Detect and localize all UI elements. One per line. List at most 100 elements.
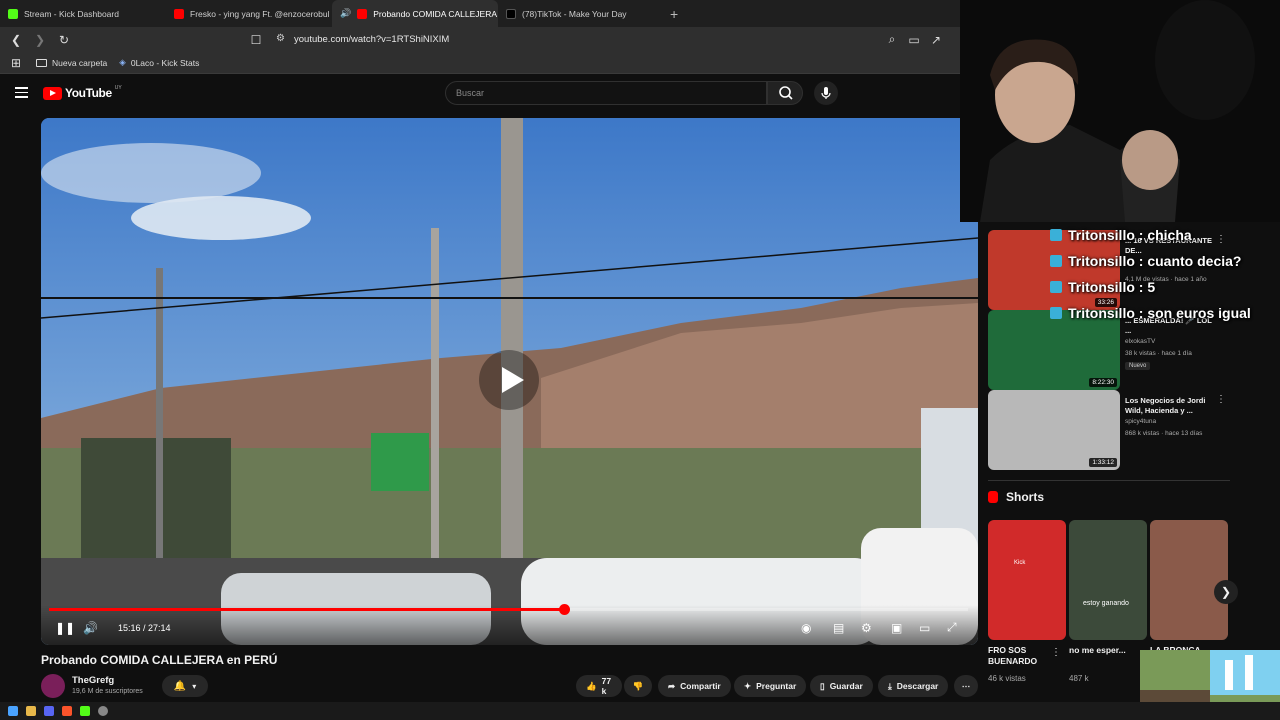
search-input[interactable]: Buscar bbox=[445, 81, 767, 105]
chat-badge-icon bbox=[1050, 255, 1062, 267]
short-thumbnail[interactable] bbox=[1150, 520, 1228, 640]
more-options-icon[interactable]: ⋮ bbox=[1216, 394, 1226, 405]
forward-icon[interactable]: ❯ bbox=[32, 32, 48, 48]
subtitles-icon[interactable]: ▤ bbox=[833, 621, 844, 635]
youtube-header: YouTube UY Buscar bbox=[0, 75, 960, 113]
like-button[interactable]: 👍 77 k bbox=[576, 675, 622, 697]
bookmark-label: Nueva carpeta bbox=[52, 57, 108, 68]
chat-text: Tritonsillo : son euros igual bbox=[1068, 305, 1251, 321]
progress-scrubber[interactable] bbox=[558, 604, 570, 615]
tab-fresko[interactable]: Fresko - ying yang Ft. @enzocerobul bbox=[166, 0, 332, 27]
video-title[interactable]: Los Negocios de Jordi Wild, Hacienda y .… bbox=[1125, 396, 1220, 416]
streamer-webcam bbox=[960, 0, 1280, 222]
site-info-icon[interactable]: ⚙ bbox=[276, 33, 285, 44]
autoplay-toggle-icon[interactable]: ◉ bbox=[801, 621, 811, 635]
more-actions-button[interactable]: ⋯ bbox=[954, 675, 978, 697]
dislike-button[interactable]: 👎 bbox=[624, 675, 652, 697]
list-item[interactable]: 1:33:12 Los Negocios de Jordi Wild, Haci… bbox=[988, 390, 1238, 470]
url-field[interactable]: ⚙ youtube.com/watch?v=1RTShiNIXIM bbox=[270, 30, 960, 49]
share-icon[interactable]: ↗ bbox=[928, 32, 944, 48]
youtube-favicon-icon bbox=[357, 8, 368, 19]
tab-label: (78)TikTok - Make Your Day bbox=[522, 8, 627, 19]
video-meta: 38 k vistas · hace 1 día bbox=[1125, 350, 1192, 357]
ask-label: Preguntar bbox=[756, 681, 797, 691]
short-caption: Kick bbox=[1014, 560, 1026, 566]
reload-icon[interactable]: ↻ bbox=[56, 32, 72, 48]
microphone-icon bbox=[821, 87, 831, 99]
short-title[interactable]: FRO SOS BUENARDO bbox=[988, 645, 1048, 667]
ask-button[interactable]: ✦ Preguntar bbox=[734, 675, 807, 697]
notification-bell-button[interactable]: 🔔 ▾ bbox=[162, 675, 208, 697]
player-controls: ❚❚ 🔊 15:16 / 27:14 ◉ ▤ ⚙ ▣ ▭ ⤢ bbox=[41, 604, 978, 645]
search-button[interactable] bbox=[767, 81, 803, 105]
chat-badge-icon bbox=[1050, 281, 1062, 293]
chat-badge-icon bbox=[1050, 307, 1062, 319]
video-channel[interactable]: spicy4tuna bbox=[1125, 418, 1156, 425]
chevron-right-icon[interactable]: ❯ bbox=[1214, 580, 1238, 604]
share-icon: ➦ bbox=[668, 680, 676, 691]
cast-icon[interactable]: ▭ bbox=[919, 621, 930, 635]
video-title: Probando COMIDA CALLEJERA en PERÚ bbox=[41, 653, 278, 667]
short-title[interactable]: no me esper... bbox=[1069, 645, 1127, 656]
bookmark-icon[interactable]: ☐ bbox=[248, 32, 264, 48]
chat-text: Tritonsillo : cuanto decia? bbox=[1068, 253, 1242, 269]
new-tab-icon[interactable]: + bbox=[670, 6, 678, 22]
chat-message: Tritonsillo : chicha bbox=[1050, 222, 1260, 248]
video-meta: 868 k vistas · hace 13 días bbox=[1125, 430, 1203, 437]
more-icon: ⋯ bbox=[961, 680, 971, 691]
youtube-logo[interactable]: YouTube UY bbox=[43, 85, 122, 100]
short-views: 46 k vistas bbox=[988, 674, 1026, 683]
folder-icon bbox=[36, 58, 47, 67]
voice-search-button[interactable] bbox=[814, 81, 838, 105]
chevron-down-icon: ▾ bbox=[192, 681, 197, 691]
miniplayer-icon[interactable]: ▣ bbox=[891, 621, 902, 635]
save-button[interactable]: ▯ Guardar bbox=[810, 675, 873, 697]
pause-icon[interactable]: ❚❚ bbox=[55, 621, 75, 635]
browser-icon[interactable] bbox=[62, 706, 72, 716]
shorts-label: Shorts bbox=[1006, 490, 1045, 504]
search-placeholder: Buscar bbox=[456, 88, 485, 98]
thumbs-up-icon: 👍 bbox=[586, 680, 597, 691]
fullscreen-icon[interactable]: ⤢ bbox=[947, 620, 957, 635]
short-caption: estoy ganando bbox=[1083, 600, 1129, 607]
video-channel[interactable]: elxokasTV bbox=[1125, 338, 1155, 345]
short-thumbnail[interactable]: Kick bbox=[988, 520, 1066, 640]
kick-stats-icon: ◈ bbox=[119, 57, 126, 67]
channel-name[interactable]: TheGrefg bbox=[72, 675, 114, 686]
video-thumbnail[interactable]: 1:33:12 bbox=[988, 390, 1120, 470]
duration-badge: 1:33:12 bbox=[1089, 458, 1117, 467]
discord-icon[interactable] bbox=[44, 706, 54, 716]
video-player[interactable]: ❚❚ 🔊 15:16 / 27:14 ◉ ▤ ⚙ ▣ ▭ ⤢ bbox=[41, 118, 978, 645]
menu-icon[interactable] bbox=[15, 87, 28, 101]
region-code: UY bbox=[114, 85, 122, 91]
file-explorer-icon[interactable] bbox=[26, 706, 36, 716]
bookmark-kick-stats[interactable]: ◈ 0Laco - Kick Stats bbox=[119, 57, 199, 68]
cast-icon[interactable]: ▭ bbox=[906, 32, 922, 48]
short-thumbnail[interactable]: estoy ganando bbox=[1069, 520, 1147, 640]
windows-start-icon[interactable] bbox=[8, 706, 18, 716]
tab-probando-comida[interactable]: 🔊 Probando COMIDA CALLEJERA ✕ bbox=[332, 0, 498, 27]
channel-avatar[interactable] bbox=[41, 674, 65, 698]
download-button[interactable]: ⤓ Descargar bbox=[878, 675, 949, 697]
apps-grid-icon[interactable]: ⊞ bbox=[8, 55, 24, 71]
speaker-icon: 🔊 bbox=[340, 8, 352, 18]
volume-icon[interactable]: 🔊 bbox=[83, 621, 98, 635]
zoom-icon[interactable]: ⌕ bbox=[884, 32, 900, 48]
kick-favicon-icon bbox=[8, 8, 18, 19]
tab-kick-dashboard[interactable]: Stream - Kick Dashboard bbox=[0, 0, 166, 27]
more-options-icon[interactable]: ⋮ bbox=[1051, 647, 1061, 658]
back-icon[interactable]: ❮ bbox=[8, 32, 24, 48]
kick-icon[interactable] bbox=[80, 706, 90, 716]
settings-icon[interactable]: ⚙ bbox=[861, 621, 872, 635]
search-icon bbox=[779, 86, 793, 100]
tiktok-favicon-icon bbox=[506, 8, 516, 19]
tab-tiktok[interactable]: (78)TikTok - Make Your Day bbox=[498, 0, 664, 27]
save-label: Guardar bbox=[829, 681, 863, 691]
big-play-button[interactable] bbox=[479, 350, 539, 410]
bookmark-nueva-carpeta[interactable]: Nueva carpeta bbox=[36, 58, 107, 68]
app-icon[interactable] bbox=[98, 706, 108, 716]
stream-chat-overlay: Tritonsillo : chicha Tritonsillo : cuant… bbox=[1050, 222, 1260, 326]
share-button[interactable]: ➦ Compartir bbox=[658, 675, 731, 697]
progress-bar[interactable] bbox=[49, 604, 968, 615]
url-text: youtube.com/watch?v=1RTShiNIXIM bbox=[294, 34, 450, 45]
